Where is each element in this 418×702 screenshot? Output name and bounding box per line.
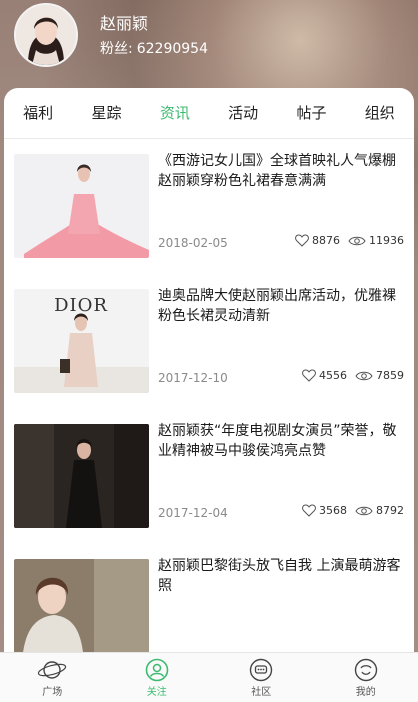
view-stat: 8792 xyxy=(355,504,404,517)
view-count: 7859 xyxy=(376,369,404,382)
nav-follow-label: 关注 xyxy=(147,683,167,698)
news-title[interactable]: 迪奥品牌大使赵丽颖出席活动，优雅裸粉色长裙灵动清新 xyxy=(158,286,402,326)
avatar[interactable] xyxy=(14,3,78,67)
like-count: 8876 xyxy=(312,234,340,247)
heart-icon xyxy=(295,234,309,247)
fans-count: 粉丝:62290954 xyxy=(100,38,208,58)
dior-logo-text: DIOR xyxy=(54,295,108,316)
news-title[interactable]: 赵丽颖巴黎街头放飞自我 上演最萌游客照 xyxy=(158,556,402,596)
view-stat: 11936 xyxy=(348,234,404,247)
bottom-navigation: 广场 关注 社区 我的 xyxy=(0,652,418,702)
tab-organization[interactable]: 组织 xyxy=(346,88,414,138)
news-thumbnail xyxy=(14,154,149,258)
heart-icon xyxy=(302,369,316,382)
news-thumbnail xyxy=(14,559,149,652)
nav-follow[interactable]: 关注 xyxy=(105,653,210,702)
tab-news[interactable]: 资讯 xyxy=(141,88,209,138)
news-item[interactable]: 赵丽颖获“年度电视剧女演员”荣誉，敬业精神被马中骏侯鸿亮点赞 2017-12-0… xyxy=(14,424,406,534)
news-date: 2017-12-04 xyxy=(158,506,228,520)
news-thumbnail xyxy=(14,424,149,528)
news-title[interactable]: 《西游记女儿国》全球首映礼人气爆棚 赵丽颖穿粉色礼裙春意满满 xyxy=(158,151,402,191)
news-stats: 3568 8792 xyxy=(294,504,404,517)
view-count: 11936 xyxy=(369,234,404,247)
view-stat: 7859 xyxy=(355,369,404,382)
nav-community-label: 社区 xyxy=(251,683,271,698)
tab-welfare[interactable]: 福利 xyxy=(4,88,72,138)
like-stat[interactable]: 3568 xyxy=(302,504,347,517)
user-name: 赵丽颖 xyxy=(100,10,148,34)
tab-events[interactable]: 活动 xyxy=(209,88,277,138)
nav-plaza-label: 广场 xyxy=(42,683,62,698)
profile-header: 赵丽颖 粉丝:62290954 xyxy=(0,0,418,88)
fans-label: 粉丝: xyxy=(100,41,133,57)
eye-icon xyxy=(355,505,373,517)
profile-icon xyxy=(354,658,378,682)
nav-mine-label: 我的 xyxy=(356,683,376,698)
news-item[interactable]: 赵丽颖巴黎街头放飞自我 上演最萌游客照 xyxy=(14,559,406,652)
nav-mine[interactable]: 我的 xyxy=(314,653,418,702)
category-tabs: 福利 星踪 资讯 活动 帖子 组织 xyxy=(4,88,414,139)
like-stat[interactable]: 4556 xyxy=(302,369,347,382)
news-stats: 8876 11936 xyxy=(287,234,404,247)
news-stats: 4556 7859 xyxy=(294,369,404,382)
planet-icon xyxy=(37,658,67,682)
like-count: 4556 xyxy=(319,369,347,382)
community-icon xyxy=(249,658,273,682)
news-item[interactable]: 《西游记女儿国》全球首映礼人气爆棚 赵丽颖穿粉色礼裙春意满满 2018-02-0… xyxy=(14,154,406,264)
follow-icon xyxy=(145,658,169,682)
eye-icon xyxy=(348,235,366,247)
content-card: 福利 星踪 资讯 活动 帖子 组织 《西游记女儿国》全球首映礼人气爆棚 赵丽颖穿… xyxy=(4,88,414,652)
nav-community[interactable]: 社区 xyxy=(209,653,314,702)
like-stat[interactable]: 8876 xyxy=(295,234,340,247)
news-item[interactable]: DIOR 迪奥品牌大使赵丽颖出席活动，优雅裸粉色长裙灵动清新 2017-12-1… xyxy=(14,289,406,399)
news-date: 2017-12-10 xyxy=(158,371,228,385)
news-date: 2018-02-05 xyxy=(158,236,228,250)
news-thumbnail: DIOR xyxy=(14,289,149,393)
tab-star-track[interactable]: 星踪 xyxy=(72,88,140,138)
news-title[interactable]: 赵丽颖获“年度电视剧女演员”荣誉，敬业精神被马中骏侯鸿亮点赞 xyxy=(158,421,402,461)
like-count: 3568 xyxy=(319,504,347,517)
tab-posts[interactable]: 帖子 xyxy=(277,88,345,138)
view-count: 8792 xyxy=(376,504,404,517)
fans-number: 62290954 xyxy=(137,41,208,57)
nav-plaza[interactable]: 广场 xyxy=(0,653,105,702)
eye-icon xyxy=(355,370,373,382)
heart-icon xyxy=(302,504,316,517)
